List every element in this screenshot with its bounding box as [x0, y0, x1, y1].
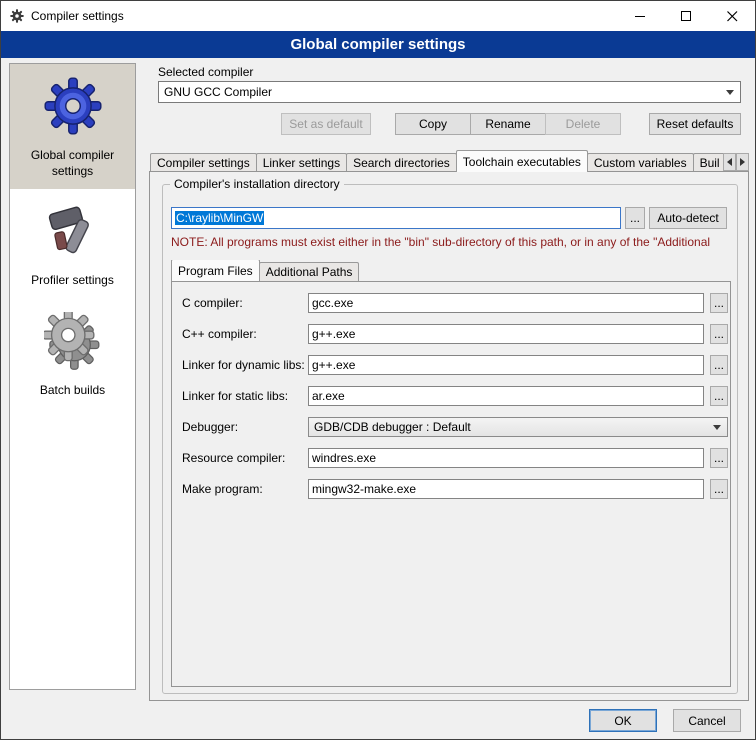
linker-dynamic-input[interactable]: g++.exe: [308, 355, 704, 375]
compiler-settings-window: Compiler settings Global compiler settin…: [0, 0, 756, 740]
sidebar-item-global-compiler-settings[interactable]: Global compiler settings: [10, 64, 135, 189]
auto-detect-button[interactable]: Auto-detect: [649, 207, 727, 229]
maximize-button[interactable]: [663, 1, 709, 31]
cancel-button[interactable]: Cancel: [673, 709, 741, 732]
window-title: Compiler settings: [31, 9, 124, 23]
selected-compiler-label: Selected compiler: [158, 65, 253, 79]
tab-toolchain-executables[interactable]: Toolchain executables: [456, 150, 588, 172]
reset-defaults-button[interactable]: Reset defaults: [649, 113, 741, 135]
browse-linker-dynamic-button[interactable]: ...: [710, 355, 728, 375]
sidebar-item-profiler-settings[interactable]: Profiler settings: [10, 189, 135, 298]
cpp-compiler-value: g++.exe: [312, 327, 355, 341]
debugger-select[interactable]: GDB/CDB debugger : Default: [308, 417, 728, 437]
linker-dynamic-value: g++.exe: [312, 358, 355, 372]
selected-compiler-value: GNU GCC Compiler: [164, 85, 272, 99]
maximize-icon: [681, 11, 692, 22]
delete-button[interactable]: Delete: [545, 113, 621, 135]
installation-directory-group: Compiler's installation directory C:\ray…: [162, 184, 738, 694]
linker-static-label: Linker for static libs:: [182, 386, 288, 406]
browse-make-program-button[interactable]: ...: [710, 479, 728, 499]
tab-build-options[interactable]: Buil: [693, 153, 723, 172]
gray-gear-icon: [44, 312, 102, 370]
arrow-left-icon: [727, 158, 732, 166]
ok-button[interactable]: OK: [589, 709, 657, 732]
dialog-banner: Global compiler settings: [1, 31, 755, 58]
c-compiler-input[interactable]: gcc.exe: [308, 293, 704, 313]
sidebar-item-label: Global compiler settings: [13, 147, 132, 179]
installation-directory-value: C:\raylib\MinGW: [175, 211, 264, 225]
program-files-panel: C compiler: gcc.exe ... C++ compiler: g+…: [171, 281, 731, 687]
make-program-input[interactable]: mingw32-make.exe: [308, 479, 704, 499]
rename-button[interactable]: Rename: [470, 113, 546, 135]
app-icon: [10, 9, 24, 23]
linker-static-value: ar.exe: [312, 389, 345, 403]
tab-linker-settings[interactable]: Linker settings: [256, 153, 347, 172]
resource-compiler-value: windres.exe: [312, 451, 376, 465]
sidebar-item-label: Profiler settings: [13, 272, 132, 288]
cpp-compiler-input[interactable]: g++.exe: [308, 324, 704, 344]
window-controls: [617, 1, 755, 31]
debugger-value: GDB/CDB debugger : Default: [314, 420, 471, 434]
field-row: Debugger: GDB/CDB debugger : Default: [172, 417, 730, 437]
sidebar-item-label: Batch builds: [13, 382, 132, 398]
field-row: Resource compiler: windres.exe ...: [172, 448, 730, 468]
browse-linker-static-button[interactable]: ...: [710, 386, 728, 406]
resource-compiler-label: Resource compiler:: [182, 448, 285, 468]
linker-static-input[interactable]: ar.exe: [308, 386, 704, 406]
compiler-tabbar: Compiler settings Linker settings Search…: [150, 150, 723, 172]
minimize-button[interactable]: [617, 1, 663, 31]
field-row: C compiler: gcc.exe ...: [172, 293, 730, 313]
toolchain-executables-panel: Compiler's installation directory C:\ray…: [149, 171, 749, 701]
tab-scroll-left-button[interactable]: [723, 153, 736, 171]
set-as-default-button[interactable]: Set as default: [281, 113, 371, 135]
browse-cpp-compiler-button[interactable]: ...: [710, 324, 728, 344]
cpp-compiler-label: C++ compiler:: [182, 324, 257, 344]
tab-search-directories[interactable]: Search directories: [346, 153, 457, 172]
bin-subdirectory-note: NOTE: All programs must exist either in …: [171, 235, 735, 249]
c-compiler-label: C compiler:: [182, 293, 243, 313]
tab-custom-variables[interactable]: Custom variables: [587, 153, 694, 172]
browse-resource-compiler-button[interactable]: ...: [710, 448, 728, 468]
blue-gear-icon: [44, 77, 102, 135]
close-icon: [727, 11, 738, 22]
group-title: Compiler's installation directory: [170, 177, 344, 191]
field-row: Make program: mingw32-make.exe ...: [172, 479, 730, 499]
hammer-icon: [44, 202, 102, 260]
settings-sidebar: Global compiler settings Profiler settin…: [9, 63, 136, 690]
subtab-additional-paths[interactable]: Additional Paths: [259, 262, 360, 281]
linker-dynamic-label: Linker for dynamic libs:: [182, 355, 305, 375]
close-button[interactable]: [709, 1, 755, 31]
resource-compiler-input[interactable]: windres.exe: [308, 448, 704, 468]
tab-scroll-right-button[interactable]: [736, 153, 749, 171]
tab-compiler-settings[interactable]: Compiler settings: [150, 153, 257, 172]
arrow-right-icon: [740, 158, 745, 166]
minimize-icon: [635, 11, 646, 22]
subtab-program-files[interactable]: Program Files: [171, 260, 260, 281]
c-compiler-value: gcc.exe: [312, 296, 353, 310]
chevron-down-icon: [713, 425, 721, 430]
field-row: Linker for dynamic libs: g++.exe ...: [172, 355, 730, 375]
browse-c-compiler-button[interactable]: ...: [710, 293, 728, 313]
debugger-label: Debugger:: [182, 417, 238, 437]
installation-directory-input[interactable]: C:\raylib\MinGW: [171, 207, 621, 229]
field-row: C++ compiler: g++.exe ...: [172, 324, 730, 344]
make-program-value: mingw32-make.exe: [312, 482, 416, 496]
sidebar-item-batch-builds[interactable]: Batch builds: [10, 299, 135, 408]
browse-directory-button[interactable]: ...: [625, 207, 645, 229]
selected-compiler-select[interactable]: GNU GCC Compiler: [158, 81, 741, 103]
make-program-label: Make program:: [182, 479, 263, 499]
titlebar: Compiler settings: [1, 1, 755, 31]
copy-button[interactable]: Copy: [395, 113, 471, 135]
chevron-down-icon: [726, 90, 734, 95]
field-row: Linker for static libs: ar.exe ...: [172, 386, 730, 406]
program-files-tabbar: Program Files Additional Paths: [171, 260, 731, 281]
